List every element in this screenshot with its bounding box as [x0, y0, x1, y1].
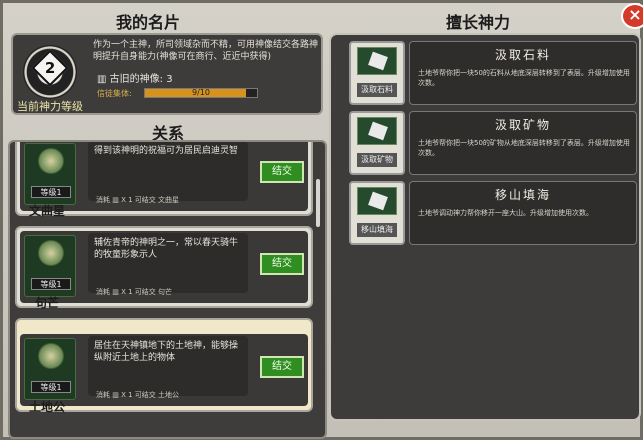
- relation-item-wenquxing[interactable]: 等级1 得到该神明的祝福可为居民启迪灵智 消耗 ▥ X 1 可结交 文曲星 结交…: [15, 142, 313, 218]
- relation-cost: 消耗 ▥ X 1 可结交 土地公: [96, 391, 180, 399]
- bond-button[interactable]: 结交: [260, 356, 304, 378]
- relation-description: 得到该神明的祝福可为居民启迪灵智: [88, 142, 248, 201]
- profile-description: 作为一个主神，所司领域杂而不精，可用神像结交各路神明提升自身能力(神像可在商行、…: [93, 40, 319, 62]
- skill-item[interactable]: 移山填海 移山填海 土地爷调动神力帮你移开一座大山。升级增加使用次数。: [349, 181, 639, 245]
- statue-icon: ▥: [97, 74, 107, 85]
- bond-button[interactable]: 结交: [260, 253, 304, 275]
- skill-item[interactable]: 汲取石料 汲取石料 土地爷帮你把一块50的石料从地底深层转移到了表层。升级增加使用…: [349, 41, 639, 105]
- card-title: 我的名片: [115, 13, 180, 32]
- skills-panel: 汲取石料 汲取石料 土地爷帮你把一块50的石料从地底深层转移到了表层。升级增加使用…: [329, 33, 641, 421]
- god-card-screen: 我的名片 擅长神力 2 当前神力等级 作为一个主神，所司领域杂而不精，可用神像结…: [0, 0, 643, 440]
- skills-title: 擅长神力: [445, 13, 510, 32]
- progress-text: 9/10: [192, 88, 210, 97]
- stone-icon: 汲取石料: [349, 41, 405, 105]
- level-label: 当前神力等级: [17, 100, 83, 113]
- close-button[interactable]: ×: [621, 3, 643, 29]
- relations-panel[interactable]: 等级1 得到该神明的祝福可为居民启迪灵智 消耗 ▥ X 1 可结交 文曲星 结交…: [8, 140, 327, 439]
- relation-item-tudigong[interactable]: 等级1 居住在天神镇地下的土地神，能够操纵附近土地上的物体 消耗 ▥ X 1 可…: [15, 318, 313, 414]
- profile-card: 2 当前神力等级 作为一个主神，所司领域杂而不精，可用神像结交各路神明提升自身能…: [11, 33, 323, 115]
- progress-label: 信徒集体:: [97, 89, 132, 98]
- skill-item[interactable]: 汲取矿物 汲取矿物 土地爷帮你把一块50的矿物从地底深层转移到了表层。升级增加使用…: [349, 111, 639, 175]
- ancient-statue-count: ▥ 古旧的神像: 3: [97, 74, 173, 85]
- relation-item-goumang[interactable]: 等级1 辅佐青帝的神明之一，常以春天骑牛的牧童形象示人 消耗 ▥ X 1 可结交…: [15, 226, 313, 310]
- mountain-icon: 移山填海: [349, 181, 405, 245]
- relation-description: 辅佐青帝的神明之一，常以春天骑牛的牧童形象示人: [88, 233, 248, 293]
- goumang-icon: 等级1: [24, 235, 76, 297]
- scrollbar[interactable]: [316, 179, 320, 227]
- bond-button[interactable]: 结交: [260, 161, 304, 183]
- relation-name: 土地公: [28, 400, 65, 414]
- relation-name: 句芒: [34, 296, 59, 310]
- progress-bar: 9/10: [144, 88, 258, 98]
- wenquxing-icon: 等级1: [24, 143, 76, 205]
- relation-cost: 消耗 ▥ X 1 可结交 句芒: [96, 288, 173, 296]
- relation-description: 居住在天神镇地下的土地神，能够操纵附近土地上的物体: [88, 336, 248, 396]
- relation-cost: 消耗 ▥ X 1 可结交 文曲星: [96, 196, 180, 204]
- ore-icon: 汲取矿物: [349, 111, 405, 175]
- tudigong-icon: 等级1: [24, 338, 76, 400]
- relation-name: 文曲星: [28, 204, 65, 218]
